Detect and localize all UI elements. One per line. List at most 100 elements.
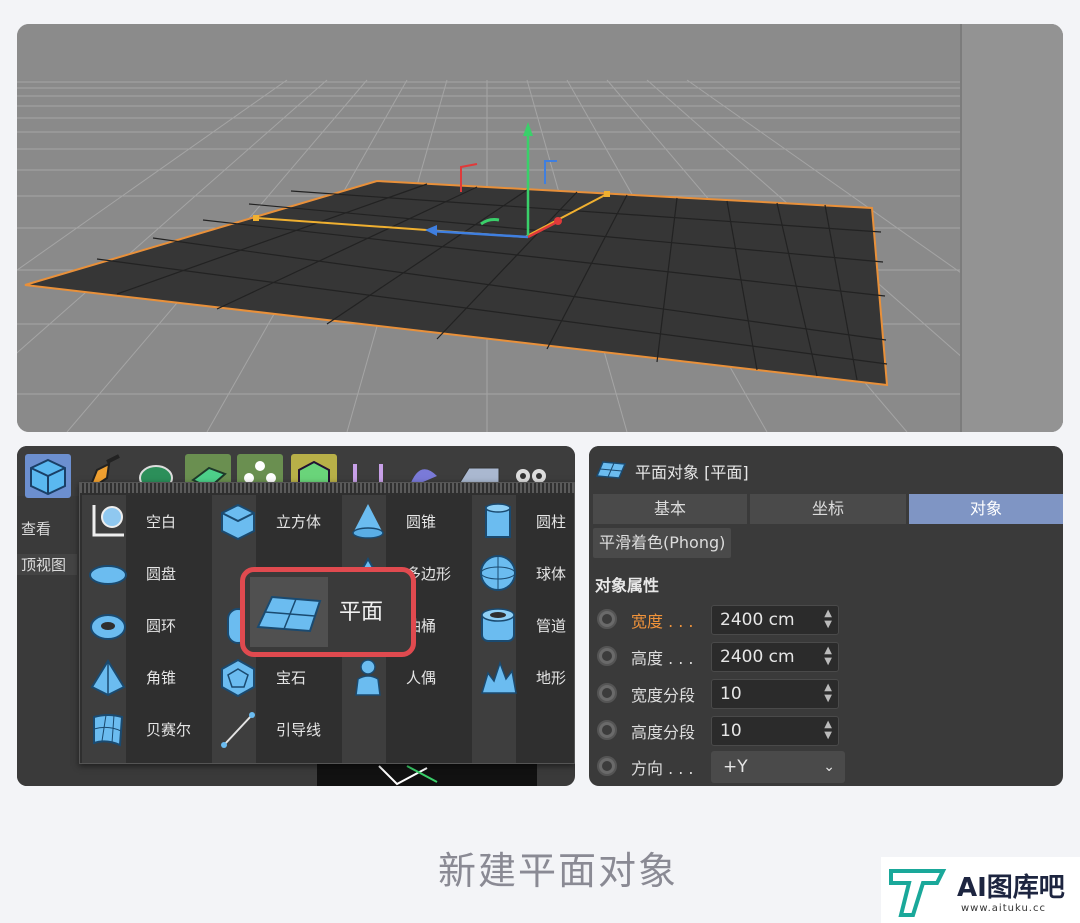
- popup-item-bezier[interactable]: 贝赛尔: [82, 703, 212, 755]
- null-icon: [92, 505, 124, 537]
- primitive-popup: 空白 圆盘 圆环 角锥 贝赛尔 立方体 宝石 引导线 圆锥 多边形 油桶 人偶 …: [79, 482, 575, 764]
- bottom-canvas-lines: [378, 765, 438, 786]
- width-field[interactable]: 2400 cm ▲ ▼: [711, 605, 839, 635]
- plane-icon-background: [250, 577, 328, 647]
- popup-item-label: 圆盘: [146, 565, 177, 583]
- popup-item-disc[interactable]: 圆盘: [82, 547, 212, 599]
- figure-icon: [355, 659, 381, 696]
- popup-item-cone[interactable]: 圆锥: [342, 495, 472, 547]
- bottom-canvas-preview: [317, 764, 537, 786]
- property-label: 方向 . . .: [631, 759, 694, 778]
- popup-column-1: 空白 圆盘 圆环 角锥 贝赛尔: [82, 495, 212, 763]
- property-direction: 方向 . . . +Y ⌄: [593, 749, 1053, 783]
- torus-icon: [90, 614, 126, 640]
- tab-object[interactable]: 对象: [909, 494, 1063, 524]
- popup-item-landscape[interactable]: 地形: [472, 651, 575, 703]
- direction-select[interactable]: +Y ⌄: [711, 751, 845, 783]
- bezier-icon: [93, 714, 124, 747]
- tab-basic[interactable]: 基本: [593, 494, 747, 524]
- top-view-tab[interactable]: 顶视图: [17, 554, 77, 575]
- property-height: 高度 . . . 2400 cm ▲ ▼: [593, 639, 1053, 673]
- object-palette-panel: 查看 顶视图 空白 圆盘 圆环 角锥 贝赛尔 立方体 宝石 引导线 圆锥 多边形…: [17, 446, 575, 786]
- sphere-icon: [480, 555, 516, 591]
- field-value: 2400 cm: [720, 610, 795, 630]
- popup-item-pyramid[interactable]: 角锥: [82, 651, 212, 703]
- stepper-arrows-icon[interactable]: ▲ ▼: [824, 682, 832, 704]
- property-label: 高度 . . .: [631, 649, 694, 668]
- property-label: 宽度分段: [631, 686, 696, 705]
- popup-item-label: 宝石: [276, 669, 307, 687]
- field-value: 10: [720, 684, 742, 704]
- popup-item-label: 圆锥: [406, 513, 437, 531]
- height-segments-field[interactable]: 10 ▲ ▼: [711, 716, 839, 746]
- cube-icon: [30, 458, 66, 496]
- stepper-arrows-icon[interactable]: ▲ ▼: [824, 719, 832, 741]
- view-menu[interactable]: 查看: [17, 518, 51, 539]
- height-field[interactable]: 2400 cm ▲ ▼: [711, 642, 839, 672]
- stepper-arrows-icon[interactable]: ▲ ▼: [824, 645, 832, 667]
- animate-knob[interactable]: [597, 720, 617, 740]
- select-value: +Y: [723, 757, 748, 777]
- 3d-viewport[interactable]: [17, 24, 1063, 432]
- property-label: 高度分段: [631, 723, 696, 742]
- chevron-down-icon: ⌄: [823, 759, 835, 775]
- popup-item-torus[interactable]: 圆环: [82, 599, 212, 651]
- popup-item-cube[interactable]: 立方体: [212, 495, 342, 547]
- attribute-title-bar: 平面对象 [平面]: [589, 446, 1063, 492]
- popup-item-tube[interactable]: 管道: [472, 599, 575, 651]
- popup-item-label: 空白: [146, 513, 177, 531]
- popup-item-gem[interactable]: 宝石: [212, 651, 342, 703]
- disc-icon: [89, 565, 127, 585]
- popup-item-label: 圆柱: [536, 513, 567, 531]
- field-value: 2400 cm: [720, 647, 795, 667]
- attribute-title: 平面对象 [平面]: [635, 463, 749, 482]
- popup-item-label: 球体: [536, 565, 567, 583]
- watermark-logo: AI图库吧 www.aituku.cc: [881, 857, 1080, 923]
- viewport-scene: [17, 24, 1063, 432]
- animate-knob[interactable]: [597, 609, 617, 629]
- popup-item-label: 贝赛尔: [146, 721, 192, 739]
- property-height-segments: 高度分段 10 ▲ ▼: [593, 713, 1053, 747]
- stepper-arrows-icon[interactable]: ▲ ▼: [824, 608, 832, 630]
- popup-item-guide[interactable]: 引导线: [212, 703, 342, 755]
- property-label: 宽度 . . .: [631, 612, 694, 631]
- popup-grip[interactable]: [80, 483, 574, 493]
- property-width: 宽度 . . . 2400 cm ▲ ▼: [593, 602, 1053, 636]
- attribute-tabs: 基本 坐标 对象: [593, 494, 1063, 524]
- animate-knob[interactable]: [597, 756, 617, 776]
- popup-column-4: 圆柱 球体 管道 地形: [472, 495, 575, 763]
- popup-item-label: 人偶: [406, 669, 437, 687]
- popup-item-label: 地形: [536, 669, 567, 687]
- cube-icon: [221, 503, 255, 541]
- guide-icon: [221, 712, 255, 748]
- popup-item-cylinder[interactable]: 圆柱: [472, 495, 575, 547]
- popup-item-label: 立方体: [276, 513, 322, 531]
- popup-item-null[interactable]: 空白: [82, 495, 212, 547]
- property-width-segments: 宽度分段 10 ▲ ▼: [593, 676, 1053, 710]
- field-value: 10: [720, 721, 742, 741]
- popup-item-label: 管道: [536, 617, 567, 635]
- logo-mark-icon: [889, 869, 947, 917]
- logo-brand: AI图库吧: [957, 873, 1065, 903]
- popup-item-figure[interactable]: 人偶: [342, 651, 472, 703]
- animate-knob[interactable]: [597, 683, 617, 703]
- plane-label: 平面: [339, 600, 384, 625]
- tube-icon: [481, 608, 515, 642]
- cone-icon: [352, 504, 384, 539]
- width-segments-field[interactable]: 10 ▲ ▼: [711, 679, 839, 709]
- popup-item-plane-highlighted[interactable]: 平面: [240, 567, 416, 657]
- left-strip: 查看 顶视图: [17, 514, 79, 786]
- cylinder-icon: [485, 503, 511, 538]
- pyramid-icon: [90, 659, 126, 697]
- attribute-manager: 平面对象 [平面] 基本 坐标 对象 平滑着色(Phong) 对象属性 宽度 .…: [589, 446, 1063, 786]
- landscape-icon: [480, 660, 517, 694]
- animate-knob[interactable]: [597, 646, 617, 666]
- gem-icon: [221, 658, 255, 697]
- popup-item-sphere[interactable]: 球体: [472, 547, 575, 599]
- plane-icon: [256, 595, 322, 633]
- tab-phong[interactable]: 平滑着色(Phong): [593, 528, 732, 558]
- section-title: 对象属性: [595, 576, 660, 595]
- cube-tool-button[interactable]: [25, 454, 71, 498]
- tab-coordinates[interactable]: 坐标: [750, 494, 906, 524]
- logo-url: www.aituku.cc: [961, 903, 1046, 914]
